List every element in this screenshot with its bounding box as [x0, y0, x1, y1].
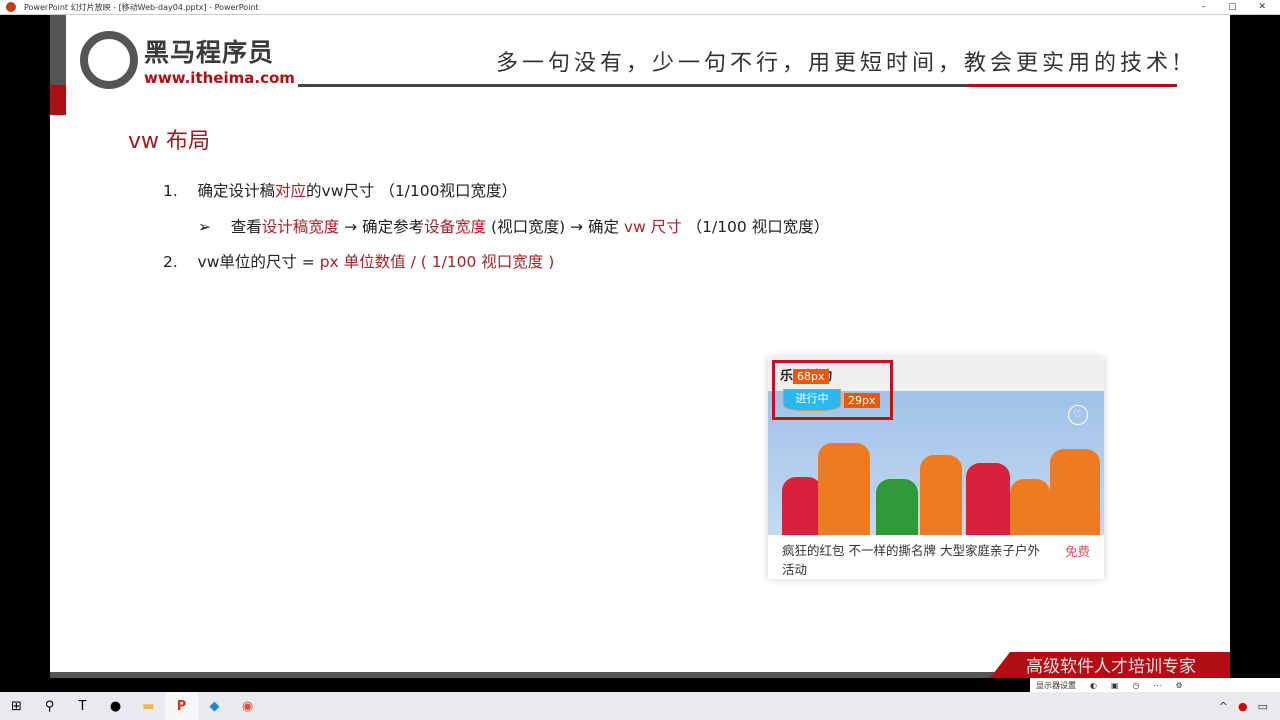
- text: （1/100 视口宽度）: [681, 218, 830, 236]
- person: [782, 477, 822, 535]
- decor-bar: [50, 15, 66, 85]
- height-annotation: 29px: [844, 393, 880, 408]
- clock-icon[interactable]: ◷: [1133, 681, 1140, 690]
- horse-logo-icon: [80, 31, 138, 89]
- window-title: PowerPoint 幻灯片放映 - [移动Web-day04.pptx] - …: [24, 2, 259, 12]
- person: [920, 455, 962, 535]
- slide: 黑马程序员 www.itheima.com 多一句没有，少一句不行，用更短时间，…: [50, 15, 1230, 678]
- highlight: vw 尺寸: [623, 218, 682, 236]
- text: 查看: [230, 218, 262, 236]
- slogan: 多一句没有，少一句不行，用更短时间，教会更实用的技术!: [496, 51, 1185, 76]
- text: → 确定参考: [339, 218, 425, 236]
- powerpoint-taskbar-icon[interactable]: P: [165, 692, 198, 720]
- item-number: 1.: [163, 182, 178, 200]
- highlight: 对应: [275, 182, 307, 200]
- sub-item: ➢ 查看设计稿宽度 → 确定参考设备宽度 (视口宽度) → 确定 vw 尺寸 （…: [198, 215, 829, 237]
- logo: 黑马程序员 www.itheima.com: [80, 31, 295, 89]
- network-icon[interactable]: ▭: [1258, 700, 1268, 713]
- decor-bar-red: [50, 85, 66, 115]
- screen-icon[interactable]: ▣: [1111, 681, 1119, 690]
- person: [1010, 479, 1050, 535]
- display-settings-button[interactable]: 显示器设置: [1036, 680, 1076, 691]
- typora-icon[interactable]: T: [66, 692, 99, 720]
- presenter-toolbar: 显示器设置 ◐ ▣ ◷ ⋯ ⚙: [1030, 678, 1280, 692]
- text: (视口宽度) → 确定: [486, 218, 624, 236]
- brightness-icon[interactable]: ◐: [1090, 681, 1097, 690]
- list-item-2: 2. vw单位的尺寸 = px 单位数值 / ( 1/100 视口宽度 ): [163, 250, 554, 272]
- search-icon[interactable]: ⚲: [33, 692, 66, 720]
- card-description: 疯狂的红包 不一样的撕名牌 大型家庭亲子户外活动: [782, 543, 1040, 577]
- person: [818, 443, 870, 535]
- windows-start-icon[interactable]: ⊞: [0, 692, 33, 720]
- header-divider: [298, 84, 968, 87]
- taskbar: ⊞ ⚲ T ● ▬ P ◆ ◉ ^ ● ▭: [0, 692, 1280, 720]
- text: 确定设计稿: [197, 182, 276, 200]
- tray-app-icon[interactable]: ●: [1238, 700, 1248, 713]
- close-button[interactable]: ✕: [1258, 2, 1266, 12]
- text: vw单位的尺寸 =: [197, 253, 320, 271]
- card-price: 免费: [1064, 544, 1090, 559]
- item-number: 2.: [163, 253, 178, 271]
- arrow-bullet-icon: ➢: [198, 218, 211, 236]
- file-explorer-icon[interactable]: ▬: [132, 692, 165, 720]
- highlight: 设计稿宽度: [261, 218, 340, 236]
- obs-icon[interactable]: ●: [99, 692, 132, 720]
- title-bar: PowerPoint 幻灯片放映 - [移动Web-day04.pptx] - …: [0, 0, 1280, 15]
- highlight: px 单位数值 / ( 1/100 视口宽度 ): [319, 253, 555, 271]
- footer-banner: 高级软件人才培训专家: [990, 652, 1230, 678]
- brand-name: 黑马程序员: [144, 38, 275, 67]
- vscode-icon[interactable]: ◆: [198, 692, 231, 720]
- text: 的vw尺寸 （1/100视口宽度）: [306, 182, 517, 200]
- tray-chevron-icon[interactable]: ^: [1219, 700, 1228, 713]
- minimize-button[interactable]: –: [1201, 2, 1206, 12]
- person: [966, 463, 1010, 535]
- maximize-button[interactable]: ▢: [1228, 2, 1237, 12]
- heart-icon: ♡: [1068, 405, 1088, 425]
- header-divider-red: [968, 84, 1177, 87]
- person: [876, 479, 918, 535]
- highlight: 设备宽度: [424, 218, 487, 236]
- highlight-box: [772, 360, 893, 420]
- more-icon[interactable]: ⋯: [1154, 681, 1162, 690]
- powerpoint-icon: [6, 2, 16, 12]
- list-item-1: 1. 确定设计稿对应的vw尺寸 （1/100视口宽度）: [163, 179, 517, 201]
- person: [1050, 449, 1100, 535]
- gear-icon[interactable]: ⚙: [1176, 681, 1183, 690]
- chrome-icon[interactable]: ◉: [231, 692, 264, 720]
- brand-url: www.itheima.com: [144, 69, 295, 87]
- width-annotation: 68px: [793, 369, 829, 384]
- slide-heading: vw 布局: [128, 129, 211, 154]
